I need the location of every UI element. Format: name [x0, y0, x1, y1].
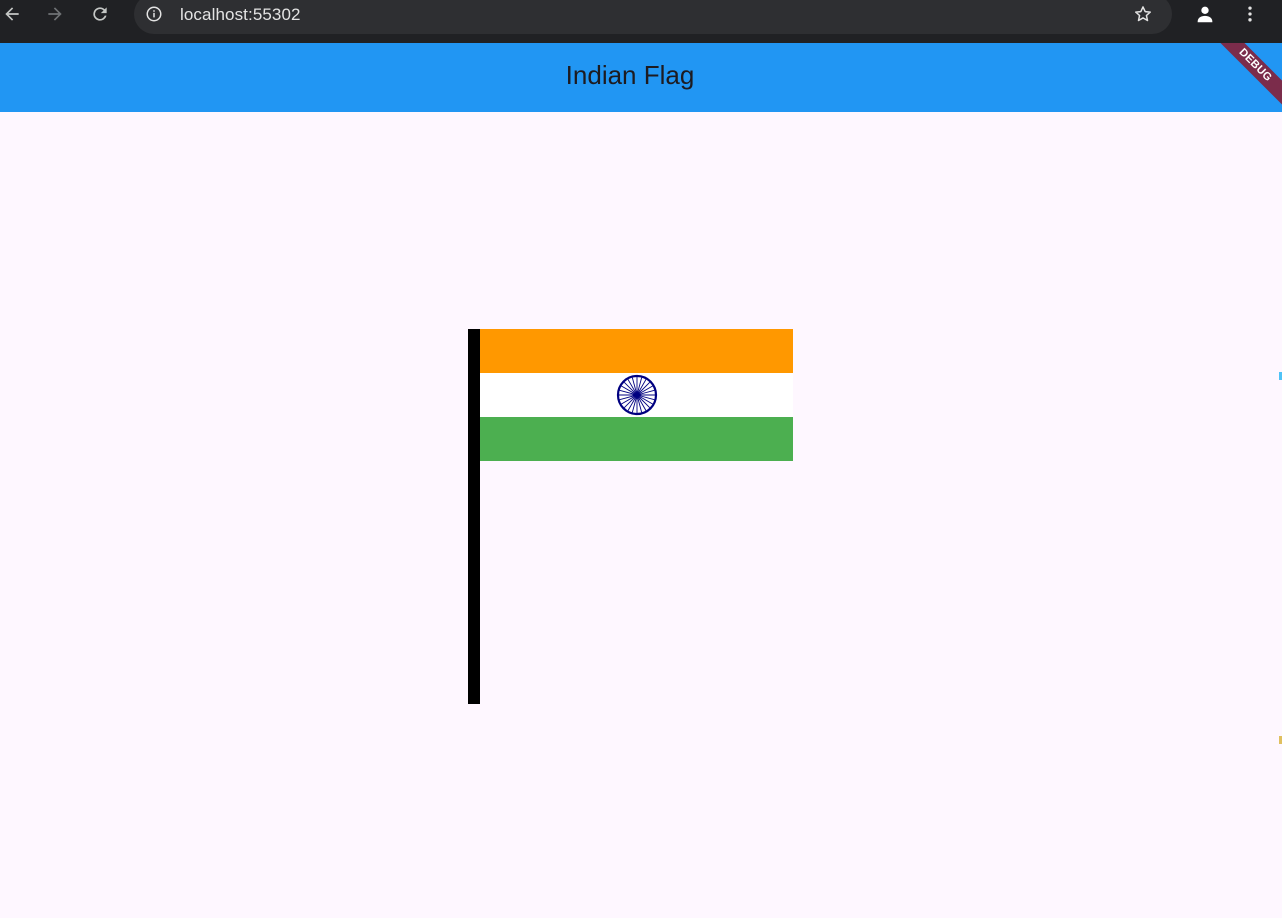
url-text[interactable]: localhost:55302 [180, 5, 301, 25]
back-button[interactable] [0, 2, 24, 26]
indian-flag [480, 329, 793, 461]
flag-pole [468, 329, 480, 704]
reload-button[interactable] [88, 2, 112, 26]
arrow-left-icon [5, 7, 19, 21]
info-icon [146, 6, 162, 22]
flag-stripe-green [480, 417, 793, 461]
bookmark-button[interactable] [1132, 3, 1154, 25]
site-info-button[interactable] [143, 3, 165, 25]
star-icon [1135, 6, 1151, 22]
browser-toolbar: localhost:55302 [0, 0, 1282, 43]
more-vert-icon [1248, 6, 1252, 22]
profile-button[interactable] [1193, 2, 1217, 26]
person-icon [1197, 6, 1213, 23]
address-bar[interactable]: localhost:55302 [134, 0, 1172, 34]
flag-stripe-saffron [480, 329, 793, 373]
browser-menu-button[interactable] [1238, 2, 1262, 26]
reload-icon [93, 7, 107, 21]
forward-button[interactable] [43, 2, 67, 26]
page-title: Indian Flag [565, 60, 695, 90]
ashoka-chakra-icon [616, 374, 658, 416]
arrow-right-icon [48, 7, 62, 21]
app-body [0, 112, 1282, 918]
app-bar: Indian Flag DEBUG [0, 43, 1282, 112]
